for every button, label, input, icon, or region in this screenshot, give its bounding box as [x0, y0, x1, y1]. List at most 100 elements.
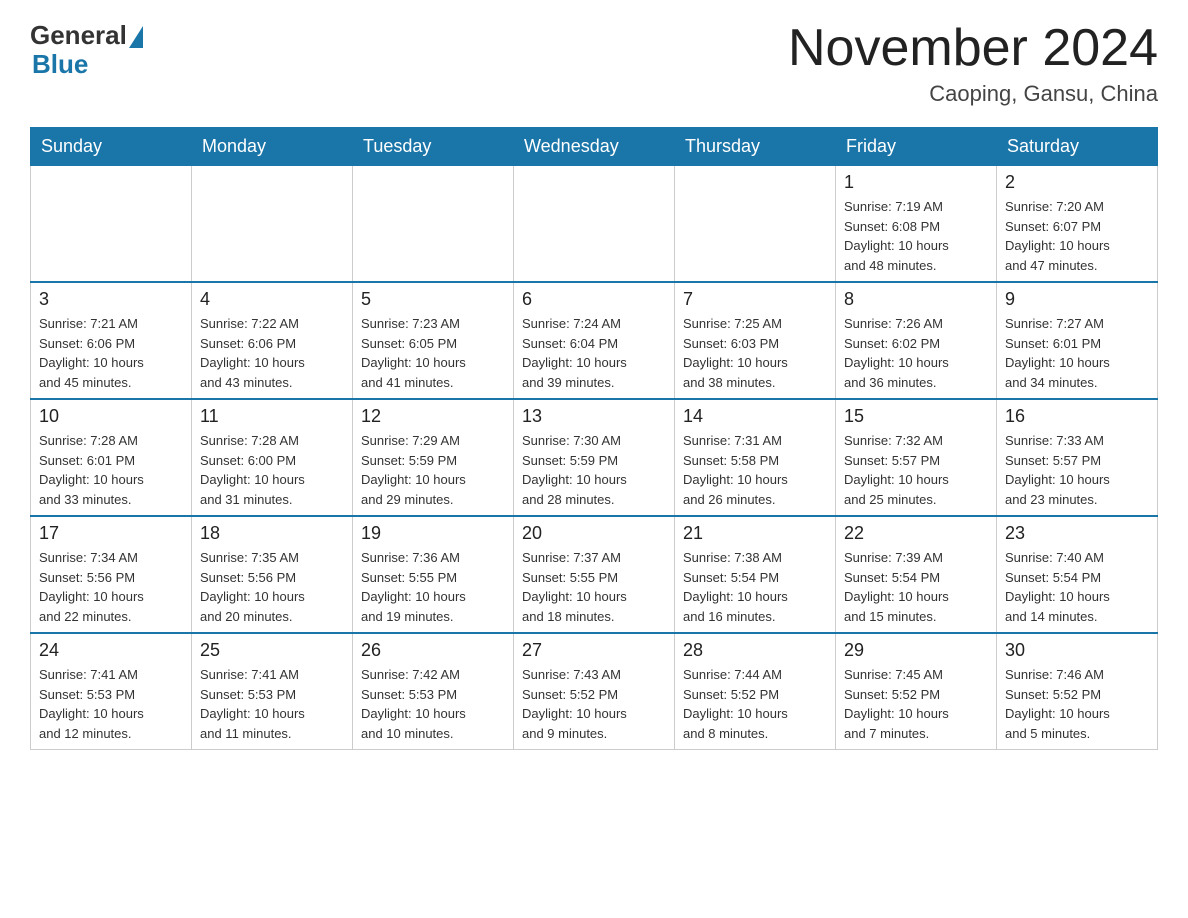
calendar-cell: 8 Sunrise: 7:26 AMSunset: 6:02 PMDaylight…	[836, 282, 997, 399]
day-info: Sunrise: 7:36 AMSunset: 5:55 PMDaylight:…	[361, 548, 505, 626]
day-info: Sunrise: 7:40 AMSunset: 5:54 PMDaylight:…	[1005, 548, 1149, 626]
calendar-cell: 15 Sunrise: 7:32 AMSunset: 5:57 PMDayligh…	[836, 399, 997, 516]
calendar-week-row: 17 Sunrise: 7:34 AMSunset: 5:56 PMDayligh…	[31, 516, 1158, 633]
day-info: Sunrise: 7:31 AMSunset: 5:58 PMDaylight:…	[683, 431, 827, 509]
weekday-header-tuesday: Tuesday	[353, 128, 514, 166]
day-number: 19	[361, 523, 505, 544]
calendar-cell: 28 Sunrise: 7:44 AMSunset: 5:52 PMDayligh…	[675, 633, 836, 750]
day-info: Sunrise: 7:25 AMSunset: 6:03 PMDaylight:…	[683, 314, 827, 392]
day-info: Sunrise: 7:29 AMSunset: 5:59 PMDaylight:…	[361, 431, 505, 509]
day-number: 23	[1005, 523, 1149, 544]
logo: General Blue	[30, 20, 143, 77]
day-info: Sunrise: 7:45 AMSunset: 5:52 PMDaylight:…	[844, 665, 988, 743]
day-number: 18	[200, 523, 344, 544]
day-number: 15	[844, 406, 988, 427]
day-info: Sunrise: 7:32 AMSunset: 5:57 PMDaylight:…	[844, 431, 988, 509]
calendar-cell: 6 Sunrise: 7:24 AMSunset: 6:04 PMDaylight…	[514, 282, 675, 399]
day-number: 1	[844, 172, 988, 193]
calendar-week-row: 24Sunrise: 7:41 AMSunset: 5:53 PMDayligh…	[31, 633, 1158, 750]
day-number: 25	[200, 640, 344, 661]
calendar-cell: 18 Sunrise: 7:35 AMSunset: 5:56 PMDayligh…	[192, 516, 353, 633]
calendar-cell: 1 Sunrise: 7:19 AMSunset: 6:08 PMDaylight…	[836, 166, 997, 283]
calendar-cell: 29 Sunrise: 7:45 AMSunset: 5:52 PMDayligh…	[836, 633, 997, 750]
calendar-cell: 22 Sunrise: 7:39 AMSunset: 5:54 PMDayligh…	[836, 516, 997, 633]
day-info: Sunrise: 7:44 AMSunset: 5:52 PMDaylight:…	[683, 665, 827, 743]
calendar-cell: 24Sunrise: 7:41 AMSunset: 5:53 PMDayligh…	[31, 633, 192, 750]
day-info: Sunrise: 7:38 AMSunset: 5:54 PMDaylight:…	[683, 548, 827, 626]
calendar-cell: 10Sunrise: 7:28 AMSunset: 6:01 PMDayligh…	[31, 399, 192, 516]
day-info: Sunrise: 7:42 AMSunset: 5:53 PMDaylight:…	[361, 665, 505, 743]
weekday-header-sunday: Sunday	[31, 128, 192, 166]
weekday-header-wednesday: Wednesday	[514, 128, 675, 166]
day-number: 14	[683, 406, 827, 427]
logo-triangle-icon	[129, 26, 143, 48]
calendar-cell: 9 Sunrise: 7:27 AMSunset: 6:01 PMDaylight…	[997, 282, 1158, 399]
day-number: 29	[844, 640, 988, 661]
day-number: 4	[200, 289, 344, 310]
calendar-cell	[31, 166, 192, 283]
day-number: 20	[522, 523, 666, 544]
day-info: Sunrise: 7:41 AMSunset: 5:53 PMDaylight:…	[39, 665, 183, 743]
day-info: Sunrise: 7:27 AMSunset: 6:01 PMDaylight:…	[1005, 314, 1149, 392]
day-number: 28	[683, 640, 827, 661]
day-info: Sunrise: 7:28 AMSunset: 6:00 PMDaylight:…	[200, 431, 344, 509]
day-info: Sunrise: 7:34 AMSunset: 5:56 PMDaylight:…	[39, 548, 183, 626]
calendar-cell: 2 Sunrise: 7:20 AMSunset: 6:07 PMDaylight…	[997, 166, 1158, 283]
day-number: 2	[1005, 172, 1149, 193]
day-number: 21	[683, 523, 827, 544]
calendar-week-row: 10Sunrise: 7:28 AMSunset: 6:01 PMDayligh…	[31, 399, 1158, 516]
calendar-week-row: 1 Sunrise: 7:19 AMSunset: 6:08 PMDaylight…	[31, 166, 1158, 283]
weekday-header-row: SundayMondayTuesdayWednesdayThursdayFrid…	[31, 128, 1158, 166]
day-info: Sunrise: 7:33 AMSunset: 5:57 PMDaylight:…	[1005, 431, 1149, 509]
day-number: 30	[1005, 640, 1149, 661]
calendar-cell: 23 Sunrise: 7:40 AMSunset: 5:54 PMDayligh…	[997, 516, 1158, 633]
calendar-cell	[353, 166, 514, 283]
day-info: Sunrise: 7:22 AMSunset: 6:06 PMDaylight:…	[200, 314, 344, 392]
calendar-cell: 5 Sunrise: 7:23 AMSunset: 6:05 PMDaylight…	[353, 282, 514, 399]
day-number: 7	[683, 289, 827, 310]
day-info: Sunrise: 7:21 AMSunset: 6:06 PMDaylight:…	[39, 314, 183, 392]
calendar-cell: 26 Sunrise: 7:42 AMSunset: 5:53 PMDayligh…	[353, 633, 514, 750]
day-info: Sunrise: 7:24 AMSunset: 6:04 PMDaylight:…	[522, 314, 666, 392]
day-info: Sunrise: 7:35 AMSunset: 5:56 PMDaylight:…	[200, 548, 344, 626]
day-info: Sunrise: 7:23 AMSunset: 6:05 PMDaylight:…	[361, 314, 505, 392]
day-info: Sunrise: 7:37 AMSunset: 5:55 PMDaylight:…	[522, 548, 666, 626]
calendar-cell: 30 Sunrise: 7:46 AMSunset: 5:52 PMDayligh…	[997, 633, 1158, 750]
day-number: 6	[522, 289, 666, 310]
page-header: General Blue November 2024 Caoping, Gans…	[30, 20, 1158, 107]
calendar-cell: 27Sunrise: 7:43 AMSunset: 5:52 PMDayligh…	[514, 633, 675, 750]
day-info: Sunrise: 7:19 AMSunset: 6:08 PMDaylight:…	[844, 197, 988, 275]
day-info: Sunrise: 7:41 AMSunset: 5:53 PMDaylight:…	[200, 665, 344, 743]
day-number: 22	[844, 523, 988, 544]
day-number: 3	[39, 289, 183, 310]
weekday-header-saturday: Saturday	[997, 128, 1158, 166]
calendar-cell: 7 Sunrise: 7:25 AMSunset: 6:03 PMDaylight…	[675, 282, 836, 399]
day-number: 9	[1005, 289, 1149, 310]
calendar-cell: 14 Sunrise: 7:31 AMSunset: 5:58 PMDayligh…	[675, 399, 836, 516]
day-info: Sunrise: 7:46 AMSunset: 5:52 PMDaylight:…	[1005, 665, 1149, 743]
calendar-cell: 12 Sunrise: 7:29 AMSunset: 5:59 PMDayligh…	[353, 399, 514, 516]
day-number: 26	[361, 640, 505, 661]
subtitle: Caoping, Gansu, China	[788, 81, 1158, 107]
calendar-week-row: 3 Sunrise: 7:21 AMSunset: 6:06 PMDaylight…	[31, 282, 1158, 399]
calendar-cell: 11Sunrise: 7:28 AMSunset: 6:00 PMDayligh…	[192, 399, 353, 516]
day-number: 12	[361, 406, 505, 427]
calendar-table: SundayMondayTuesdayWednesdayThursdayFrid…	[30, 127, 1158, 750]
logo-blue-text: Blue	[32, 51, 88, 77]
calendar-cell: 20 Sunrise: 7:37 AMSunset: 5:55 PMDayligh…	[514, 516, 675, 633]
day-info: Sunrise: 7:39 AMSunset: 5:54 PMDaylight:…	[844, 548, 988, 626]
day-number: 8	[844, 289, 988, 310]
day-info: Sunrise: 7:28 AMSunset: 6:01 PMDaylight:…	[39, 431, 183, 509]
day-number: 17	[39, 523, 183, 544]
weekday-header-friday: Friday	[836, 128, 997, 166]
calendar-cell: 13Sunrise: 7:30 AMSunset: 5:59 PMDayligh…	[514, 399, 675, 516]
day-info: Sunrise: 7:20 AMSunset: 6:07 PMDaylight:…	[1005, 197, 1149, 275]
day-info: Sunrise: 7:26 AMSunset: 6:02 PMDaylight:…	[844, 314, 988, 392]
calendar-cell: 3 Sunrise: 7:21 AMSunset: 6:06 PMDaylight…	[31, 282, 192, 399]
day-number: 5	[361, 289, 505, 310]
day-number: 27	[522, 640, 666, 661]
day-info: Sunrise: 7:30 AMSunset: 5:59 PMDaylight:…	[522, 431, 666, 509]
calendar-cell	[192, 166, 353, 283]
calendar-cell	[514, 166, 675, 283]
calendar-cell: 16Sunrise: 7:33 AMSunset: 5:57 PMDayligh…	[997, 399, 1158, 516]
